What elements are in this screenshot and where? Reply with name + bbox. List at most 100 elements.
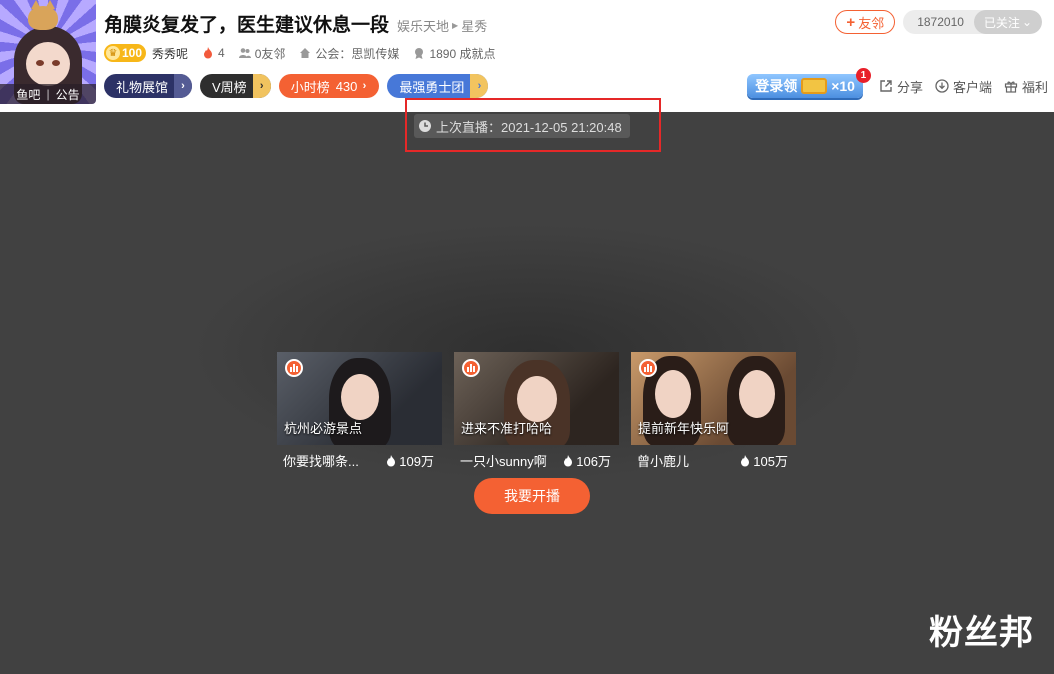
login-reward-label: 登录领 [755,78,798,94]
fans-count: 1872010 [917,15,964,29]
follow-area: + 友邻 1872010 已关注 ⌄ [835,10,1042,34]
room-thumbnail[interactable]: 提前新年快乐阿 [631,352,796,445]
gift-icon [1004,81,1018,93]
followed-label: 已关注 [983,15,1020,30]
add-friend-button[interactable]: + 友邻 [835,10,896,34]
flame-icon [564,454,573,466]
welfare-label: 福利 [1021,79,1048,95]
flame-icon [741,454,750,466]
chevron-right-icon: › [470,74,489,98]
room-caption: 进来不准打哈哈 [461,421,553,436]
room-heat: 109万 [386,451,434,470]
achievement-info[interactable]: 1890 成就点 [413,45,495,62]
breadcrumb-subcategory[interactable]: 星秀 [461,16,487,35]
thumbnail-figure-face [655,370,691,418]
level-medal-icon: ♛ [106,46,120,60]
recommended-room-card[interactable]: 提前新年快乐阿 曾小鹿儿 105万 [631,352,796,470]
hot-indicator: 4 [202,46,225,60]
anchor-name[interactable]: 秀秀呢 [152,45,188,62]
share-icon [880,80,892,92]
last-live-label: 上次直播：2021-12-05 21:20:48 [436,119,622,135]
thumbnail-figure-face [341,374,379,420]
room-heat: 105万 [740,451,788,470]
room-caption: 杭州必游景点 [284,421,363,436]
video-player-area: 上次直播：2021-12-05 21:20:48 杭州必游景点 你要找哪条...… [0,98,1054,674]
share-button[interactable]: 分享 [879,77,923,96]
recommended-rooms: 杭州必游景点 你要找哪条... 109万 进来不准打哈哈 一只小sunny啊 1… [277,352,796,470]
breadcrumb-arrow-icon: ▶ [452,21,459,30]
home-icon [300,48,311,58]
chevron-right-icon: › [362,80,367,92]
friends-icon [238,48,251,58]
recommended-room-card[interactable]: 进来不准打哈哈 一只小sunny啊 106万 [454,352,619,470]
avatar-face [26,42,70,86]
avatar-tab-bar: 鱼吧 | 公告 [0,84,96,104]
room-meta: 曾小鹿儿 105万 [631,445,796,470]
medal-icon [415,48,424,59]
start-streaming-button[interactable]: 我要开播 [474,478,590,514]
anchor-level-badge[interactable]: ♛ 100 [104,44,147,62]
share-label: 分享 [896,79,923,95]
room-heat: 106万 [563,451,611,470]
notice-link[interactable]: 公告 [56,86,80,103]
plus-icon: + [846,13,856,31]
anchor-avatar[interactable]: 鱼吧 | 公告 [0,0,96,104]
breadcrumb-category[interactable]: 娱乐天地 [397,16,449,35]
flame-icon [387,454,396,466]
client-download-button[interactable]: 客户端 [935,77,992,96]
avatar-eye-right [52,60,60,66]
room-anchor-name: 一只小sunny啊 [460,454,547,469]
room-thumbnail[interactable]: 杭州必游景点 [277,352,442,445]
last-live-time: 上次直播：2021-12-05 21:20:48 [414,114,630,138]
live-indicator-icon [639,359,657,377]
watermark: 粉丝邦 [929,614,1034,652]
coin-ticket-icon [801,78,828,94]
chevron-down-icon: ⌄ [1021,15,1032,29]
room-thumbnail[interactable]: 进来不准打哈哈 [454,352,619,445]
room-meta: 一只小sunny啊 106万 [454,445,619,470]
room-title: 角膜炎复发了，医生建议休息一段 [104,15,390,36]
hourly-rank-button[interactable]: 小时榜 430 › [278,74,380,98]
notification-badge: 1 [855,68,871,83]
live-indicator-icon [462,359,480,377]
brave-team-button[interactable]: 最强勇士团 › [387,74,489,98]
toolbar: 登录领 ×10 1 分享 客户端 福利 [747,68,1048,98]
reward-multiplier: ×10 [831,78,855,94]
followed-button[interactable]: 已关注 ⌄ [973,10,1042,34]
flame-icon [204,47,213,59]
follow-status: 1872010 已关注 ⌄ [903,10,1042,34]
thumbnail-figure-face [739,370,775,418]
avatar-cat [28,0,58,30]
clock-icon [419,120,431,132]
room-meta: 你要找哪条... 109万 [277,445,442,470]
fish-bar-link[interactable]: 鱼吧 [16,86,40,103]
welfare-button[interactable]: 福利 [1004,77,1048,96]
room-anchor-name: 你要找哪条... [283,454,359,469]
room-heat-value: 105万 [753,454,788,469]
gift-gallery-label: 礼物展馆 [116,79,169,95]
breadcrumb: 娱乐天地 ▶ 星秀 [397,16,487,35]
weekly-rank-button[interactable]: V周榜 › [200,74,271,98]
guild-info[interactable]: 公会：思凯传媒 [299,45,399,62]
tag-row: 礼物展馆 › V周榜 › 小时榜 430 › 最强勇士团 › [104,74,489,98]
room-heat-value: 109万 [399,454,434,469]
live-indicator-icon [285,359,303,377]
thumbnail-figure-face [517,376,557,422]
gift-gallery-button[interactable]: 礼物展馆 › [104,74,193,98]
login-reward-button[interactable]: 登录领 ×10 1 [747,68,871,98]
friends-info[interactable]: 0友邻 [238,45,286,62]
friends-count: 0友邻 [254,46,286,61]
avatar-tab-separator: | [46,87,50,101]
download-icon [935,79,949,93]
add-friend-label: 友邻 [858,15,885,31]
anchor-info-row: ♛ 100 秀秀呢 4 0友邻 公会：思凯传媒 1890 成就点 [104,44,495,62]
avatar-eye-left [36,60,44,66]
client-label: 客户端 [952,79,992,95]
recommended-room-card[interactable]: 杭州必游景点 你要找哪条... 109万 [277,352,442,470]
chevron-right-icon: › [252,74,271,98]
room-heat-value: 106万 [576,454,611,469]
room-caption: 提前新年快乐阿 [638,421,730,436]
hot-count: 4 [218,46,225,60]
title-row: 角膜炎复发了，医生建议休息一段 娱乐天地 ▶ 星秀 [104,10,487,37]
room-anchor-name: 曾小鹿儿 [637,454,690,469]
